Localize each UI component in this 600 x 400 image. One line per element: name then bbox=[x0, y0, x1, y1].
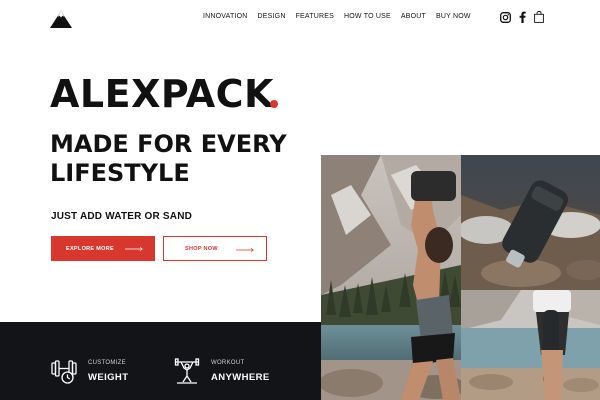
feature-small-label: WORKOUT bbox=[211, 359, 245, 366]
features-band bbox=[0, 322, 321, 400]
dumbbell-icon bbox=[51, 360, 77, 384]
main-nav: INNOVATION DESIGN FEATURES HOW TO USE AB… bbox=[203, 13, 471, 20]
arrow-right-icon bbox=[125, 247, 143, 251]
photo-woman-lifting-bag bbox=[321, 155, 461, 400]
nav-how-to-use[interactable]: HOW TO USE bbox=[344, 13, 391, 20]
explore-more-label: EXPLORE MORE bbox=[66, 245, 114, 252]
feature-big-label: ANYWHERE bbox=[211, 371, 270, 383]
shop-now-label: SHOP NOW bbox=[185, 245, 218, 252]
mountain-logo-icon[interactable] bbox=[50, 10, 72, 28]
facebook-icon[interactable] bbox=[519, 11, 526, 23]
shop-now-button[interactable]: SHOP NOW bbox=[163, 236, 267, 261]
arrow-right-icon bbox=[236, 248, 254, 252]
explore-more-button[interactable]: EXPLORE MORE bbox=[51, 236, 155, 261]
hero-tagline: JUST ADD WATER OR SAND bbox=[51, 211, 193, 222]
nav-innovation[interactable]: INNOVATION bbox=[203, 13, 248, 20]
hero-headline: MADE FOR EVERY LIFESTYLE bbox=[50, 130, 287, 187]
instagram-icon[interactable] bbox=[500, 11, 511, 23]
brand-accent-dot bbox=[270, 100, 278, 108]
nav-design[interactable]: DESIGN bbox=[258, 13, 286, 20]
weightlifter-icon bbox=[174, 358, 200, 384]
brand-title: ALEXPACK bbox=[50, 72, 274, 116]
feature-workout-anywhere: WORKOUT ANYWHERE bbox=[173, 357, 270, 385]
nav-buy-now[interactable]: BUY NOW bbox=[436, 13, 471, 20]
photo-bag-on-rocks bbox=[461, 155, 600, 290]
social-links bbox=[500, 11, 544, 23]
feature-big-label: WEIGHT bbox=[88, 371, 129, 383]
feature-customize-weight: CUSTOMIZE WEIGHT bbox=[50, 357, 128, 385]
nav-about[interactable]: ABOUT bbox=[401, 13, 426, 20]
nav-features[interactable]: FEATURES bbox=[296, 13, 334, 20]
photo-woman-holding-bag bbox=[461, 290, 600, 400]
feature-small-label: CUSTOMIZE bbox=[88, 359, 126, 366]
shopping-bag-icon[interactable] bbox=[534, 11, 544, 23]
